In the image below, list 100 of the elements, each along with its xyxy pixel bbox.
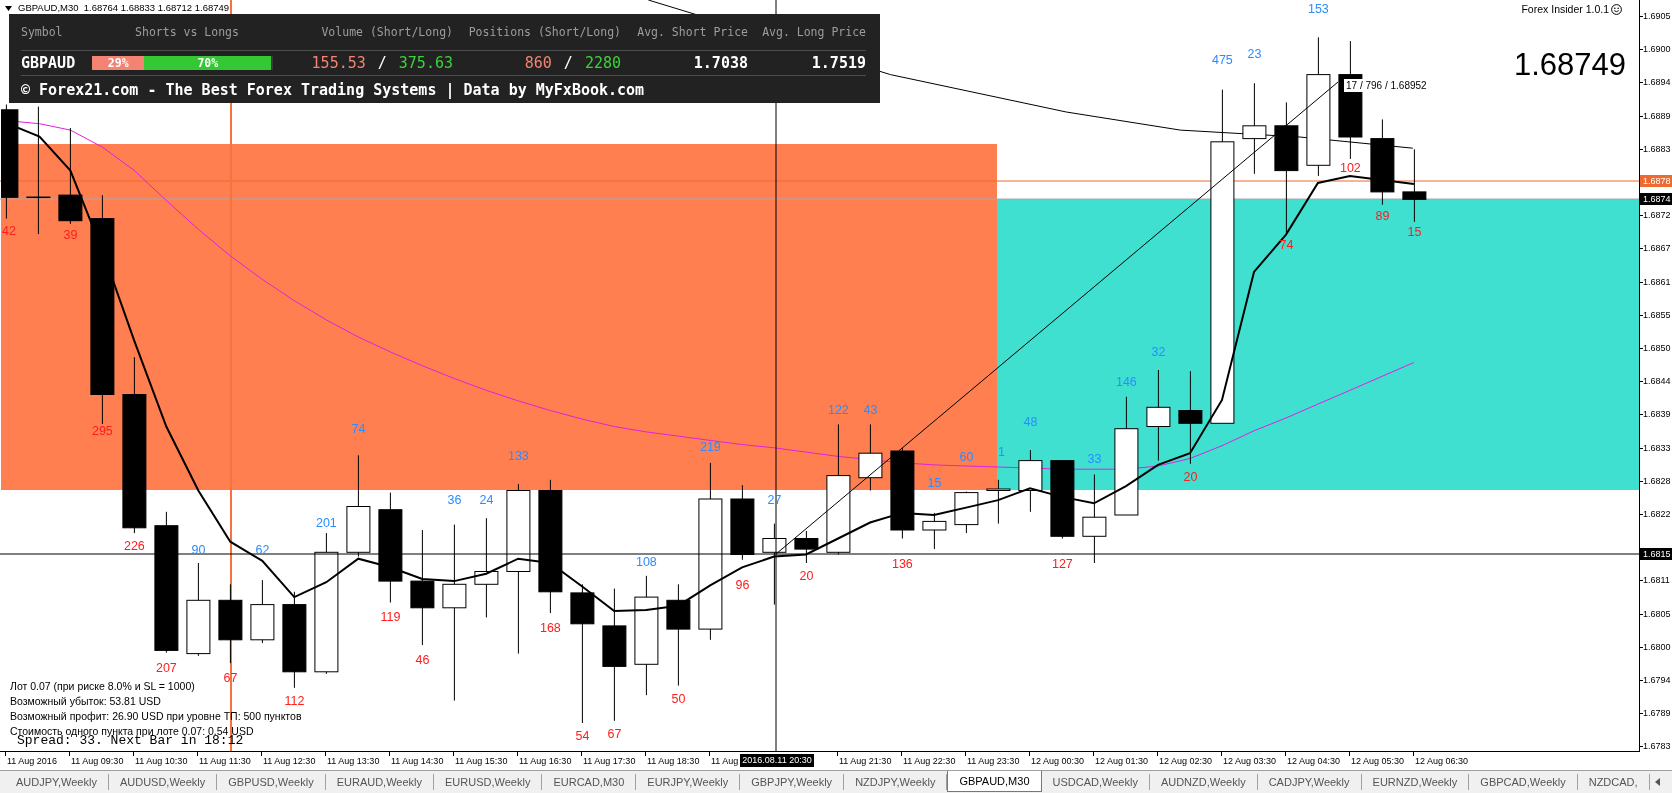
candle-value-label: 60 [959,449,974,464]
candle-value-label: 226 [123,539,145,554]
candle [1018,449,1043,513]
price-label: 1.6872 [1643,209,1671,222]
candle-value-label: 207 [155,661,177,675]
chart-title: GBPAUD,M30 1.68764 1.68833 1.68712 1.68749 [18,2,230,14]
current-price: 1.68749 [1514,47,1627,83]
candle-value-label: 42 [2,223,16,238]
time-label: 12 Aug 02:30 [1159,755,1213,767]
price-label: 1.6900 [1643,43,1671,56]
time-label: 11 Aug 13:30 [327,755,380,767]
time-label: 11 Aug 18:30 [647,755,700,767]
symbol-cell-text: GBPAUD [21,54,77,72]
scroll-left-icon[interactable] [1655,778,1660,786]
avg-long-price: 1.7519 [811,54,866,72]
price-label: 1.6894 [1643,76,1671,89]
price-marker: 1.6878 [1640,175,1672,187]
chart-tab[interactable]: GBPAUD,M30 [947,771,1042,792]
candle-value-label: 1 [997,444,1005,459]
candle-value-label: 146 [1115,375,1137,390]
chart-tab[interactable]: EURAUD,Weekly [325,774,435,790]
chart-tab[interactable]: EURNZD,Weekly [1361,774,1470,790]
cursor-time-label: 2016.08.11 20:30 [740,754,814,767]
candle-value-label: 32 [1151,345,1166,360]
price-label: 1.6861 [1643,275,1671,288]
candle-value-label: 46 [415,652,430,667]
chart-tab[interactable]: NZDCAD, [1577,774,1650,790]
column-header: Positions (Short/Long) [468,25,621,39]
chart-tab[interactable]: AUDUSD,Weekly [108,774,218,790]
time-label: 11 Aug 11:30 [199,755,251,767]
candle-value-label: 122 [827,403,849,417]
time-label: 12 Aug 05:30 [1351,755,1405,767]
column-header: Shorts vs Longs [135,25,239,39]
candle-value-label: 96 [735,577,750,592]
time-label: 11 Aug 21:30 [839,755,892,767]
time-label: 12 Aug 00:30 [1031,755,1085,767]
chart-tab[interactable]: AUDNZD,Weekly [1149,774,1258,790]
candle [954,491,979,534]
price-label: 1.6783 [1643,740,1671,753]
price-marker: 1.6874 [1640,193,1672,205]
price-label: 1.6800 [1643,640,1671,653]
candle-value-label: 74 [351,422,366,437]
price-label: 1.6811 [1643,574,1670,587]
price-label: 1.6844 [1643,375,1671,388]
price-label: 1.6789 [1643,707,1671,720]
indicator-title: Forex Insider 1.0.1 [1521,3,1609,15]
time-label: 12 Aug 03:30 [1223,755,1277,767]
chart-tab[interactable]: GBPJPY,Weekly [740,774,845,790]
candle-value-label: 153 [1307,1,1329,16]
candle-value-label: 67 [607,727,622,742]
time-label: 11 Aug 16:30 [519,755,572,767]
candle-value-label: 136 [891,556,913,571]
candle-value-label: 50 [671,691,686,706]
info-text: Лот 0.07 (при риске 8.0% и SL = 1000) [10,679,195,694]
chart-tab[interactable]: AUDJPY,Weekly [5,774,109,790]
column-header: Volume (Short/Long) [321,25,453,39]
time-label: 11 Aug 15:30 [455,755,508,767]
price-label: 1.6883 [1643,142,1671,155]
price-label: 1.6855 [1643,308,1671,321]
time-label: 11 Aug 14:30 [391,755,444,767]
candle-value-label: 102 [1339,160,1361,175]
price-label: 1.6850 [1643,342,1671,354]
chart-tab[interactable]: CADJPY,Weekly [1257,774,1362,790]
candle-value-label: 119 [380,609,401,624]
candle-value-label: 133 [507,448,529,463]
chart-tab[interactable]: USDCAD,Weekly [1041,774,1150,790]
info-text: Возможный убыток: 53.81 USD [10,694,161,709]
chart-tab[interactable]: EURUSD,Weekly [434,774,543,790]
time-label: 11 Aug 09:30 [71,755,124,767]
avg-short-price: 1.7038 [693,54,748,72]
candle-value-label: 36 [447,492,462,507]
volume-short-value: 155.53 [311,54,366,72]
time-label: 11 Aug 17:30 [583,755,636,767]
candle-value-label: 201 [315,516,337,530]
time-label: 11 Aug 22:30 [903,755,956,767]
volume-long-value: 375.63 [398,54,453,72]
candle-value-label: 108 [635,555,657,570]
chart-tab[interactable]: GBPUSD,Weekly [217,774,326,790]
price-label: 1.6822 [1643,508,1671,520]
candle-value-label: 20 [1183,470,1198,485]
price-label: 1.6794 [1643,674,1671,686]
caret-icon[interactable] [5,5,12,11]
price-label: 1.6889 [1643,109,1671,122]
candle-value-label: 89 [1375,208,1390,223]
time-label: 11 Aug 10:30 [135,755,188,767]
candle-value-label: 62 [255,542,270,557]
chart-tab[interactable]: GBPCAD,Weekly [1469,774,1578,790]
candle-value-label: 90 [191,542,206,557]
price-marker: 1.6815 [1640,548,1672,560]
slash-separator: / [377,54,387,72]
candle-value-label: 127 [1051,556,1073,571]
candle [986,479,1011,525]
price-label: 1.6805 [1643,607,1671,620]
candle [250,579,275,644]
chart-tab[interactable]: EURCAD,M30 [542,774,637,790]
candle-value-label: 33 [1087,452,1102,466]
candle-value-label: 74 [1279,237,1294,252]
candle-value-label: 43 [863,403,878,417]
column-header: Avg. Short Price [637,25,748,39]
chart-tab[interactable]: EURJPY,Weekly [636,774,741,790]
